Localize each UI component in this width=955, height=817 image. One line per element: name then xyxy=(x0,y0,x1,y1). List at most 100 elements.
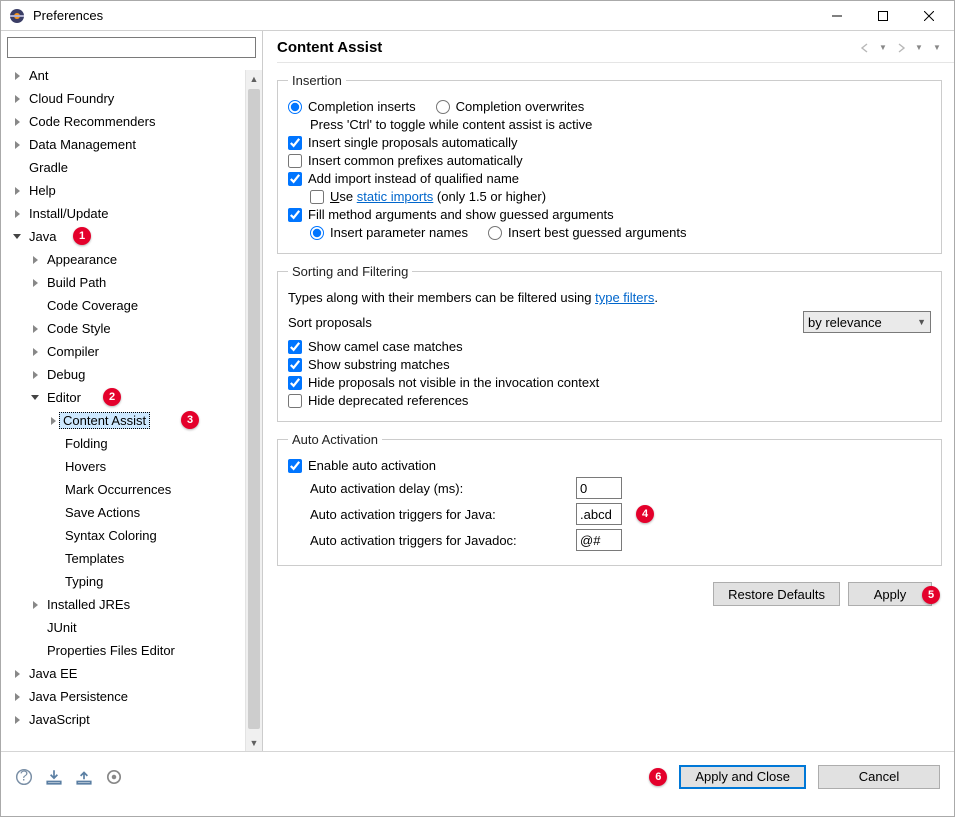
sort-proposals-combo[interactable]: by relevance▼ xyxy=(803,311,931,333)
chevron-right-icon[interactable] xyxy=(27,367,43,383)
tree-item[interactable]: Appearance xyxy=(3,248,262,271)
annotation-badge-2: 2 xyxy=(103,388,121,406)
window-titlebar: Preferences xyxy=(1,1,954,31)
insert-param-names-radio[interactable] xyxy=(310,226,324,240)
triggers-java-label: Auto activation triggers for Java: xyxy=(310,507,576,522)
fill-method-label: Fill method arguments and show guessed a… xyxy=(308,207,614,222)
apply-button[interactable]: Apply5 xyxy=(848,582,932,606)
chevron-right-icon[interactable] xyxy=(9,91,25,107)
fill-method-checkbox[interactable] xyxy=(288,208,302,222)
chevron-down-icon[interactable] xyxy=(27,390,43,406)
enable-auto-activation-checkbox[interactable] xyxy=(288,459,302,473)
tree-item[interactable]: Templates xyxy=(3,547,262,570)
tree-item[interactable]: Cloud Foundry xyxy=(3,87,262,110)
chevron-right-icon[interactable] xyxy=(9,666,25,682)
tree-item[interactable]: Java EE xyxy=(3,662,262,685)
chevron-right-icon[interactable] xyxy=(9,137,25,153)
tree-item[interactable]: Typing xyxy=(3,570,262,593)
use-static-imports-checkbox[interactable] xyxy=(310,190,324,204)
completion-overwrites-radio[interactable] xyxy=(436,100,450,114)
tree-item[interactable]: Data Management xyxy=(3,133,262,156)
chevron-right-icon[interactable] xyxy=(27,321,43,337)
tree-item[interactable]: Installed JREs xyxy=(3,593,262,616)
show-substring-checkbox[interactable] xyxy=(288,358,302,372)
apply-and-close-button[interactable]: Apply and Close xyxy=(679,765,806,789)
cancel-button[interactable]: Cancel xyxy=(818,765,940,789)
type-filters-link[interactable]: type filters xyxy=(595,290,654,305)
chevron-down-icon[interactable] xyxy=(9,229,25,245)
annotation-badge-1: 1 xyxy=(73,227,91,245)
chevron-right-icon[interactable] xyxy=(27,597,43,613)
tree-item[interactable]: Compiler xyxy=(3,340,262,363)
insert-single-checkbox[interactable] xyxy=(288,136,302,150)
nav-forward-icon[interactable] xyxy=(894,41,908,55)
tree-item-label: Install/Update xyxy=(27,206,111,221)
tree-item-label: Ant xyxy=(27,68,51,83)
nav-back-menu-icon[interactable]: ▼ xyxy=(876,41,890,55)
oomph-icon[interactable] xyxy=(105,768,123,786)
tree-scrollbar[interactable]: ▲ ▼ xyxy=(245,70,262,751)
tree-item[interactable]: JUnit xyxy=(3,616,262,639)
preferences-tree[interactable]: Ant Cloud FoundryCode RecommendersData Ma… xyxy=(1,64,262,731)
insert-common-checkbox[interactable] xyxy=(288,154,302,168)
auto-delay-input[interactable] xyxy=(576,477,622,499)
preferences-content-pane: Content Assist ▼ ▼ ▼ Insertion Completio… xyxy=(263,31,954,751)
tree-item[interactable]: Java Persistence xyxy=(3,685,262,708)
chevron-right-icon[interactable] xyxy=(9,68,25,84)
tree-item[interactable]: Debug xyxy=(3,363,262,386)
tree-item[interactable]: Java1 xyxy=(3,225,262,248)
help-icon[interactable]: ? xyxy=(15,768,33,786)
window-minimize-button[interactable] xyxy=(814,1,860,30)
tree-item[interactable]: Build Path xyxy=(3,271,262,294)
completion-inserts-label: Completion inserts xyxy=(308,99,416,114)
tree-item-label: Compiler xyxy=(45,344,101,359)
chevron-right-icon[interactable] xyxy=(9,712,25,728)
tree-item[interactable]: Syntax Coloring xyxy=(3,524,262,547)
tree-item-label: Save Actions xyxy=(63,505,142,520)
insert-best-guessed-radio[interactable] xyxy=(488,226,502,240)
window-maximize-button[interactable] xyxy=(860,1,906,30)
show-camel-checkbox[interactable] xyxy=(288,340,302,354)
tree-item[interactable]: JavaScript xyxy=(3,708,262,731)
import-icon[interactable] xyxy=(45,768,63,786)
chevron-right-icon[interactable] xyxy=(27,344,43,360)
tree-item[interactable]: Install/Update xyxy=(3,202,262,225)
tree-item-label: Java EE xyxy=(27,666,79,681)
annotation-badge-4: 4 xyxy=(636,505,654,523)
tree-item[interactable]: Code Recommenders xyxy=(3,110,262,133)
chevron-right-icon[interactable] xyxy=(27,275,43,291)
chevron-right-icon[interactable] xyxy=(9,689,25,705)
tree-item[interactable]: Properties Files Editor xyxy=(3,639,262,662)
chevron-right-icon[interactable] xyxy=(9,114,25,130)
tree-item[interactable]: Folding xyxy=(3,432,262,455)
triggers-javadoc-input[interactable] xyxy=(576,529,622,551)
chevron-right-icon[interactable] xyxy=(9,183,25,199)
nav-forward-menu-icon[interactable]: ▼ xyxy=(912,41,926,55)
tree-item[interactable]: Save Actions xyxy=(3,501,262,524)
page-menu-icon[interactable]: ▼ xyxy=(930,41,944,55)
filter-input[interactable] xyxy=(7,37,256,58)
triggers-javadoc-label: Auto activation triggers for Javadoc: xyxy=(310,533,576,548)
tree-item[interactable]: Ant xyxy=(3,64,262,87)
completion-inserts-radio[interactable] xyxy=(288,100,302,114)
triggers-java-input[interactable] xyxy=(576,503,622,525)
add-import-checkbox[interactable] xyxy=(288,172,302,186)
use-static-imports-label: Use static imports (only 1.5 or higher) xyxy=(330,189,546,204)
export-icon[interactable] xyxy=(75,768,93,786)
window-close-button[interactable] xyxy=(906,1,952,30)
tree-item[interactable]: Mark Occurrences xyxy=(3,478,262,501)
chevron-right-icon[interactable] xyxy=(9,206,25,222)
hide-proposals-checkbox[interactable] xyxy=(288,376,302,390)
tree-item[interactable]: Code Coverage xyxy=(3,294,262,317)
tree-item[interactable]: Gradle xyxy=(3,156,262,179)
restore-defaults-button[interactable]: Restore Defaults xyxy=(713,582,840,606)
static-imports-link[interactable]: static imports xyxy=(357,189,434,204)
tree-item[interactable]: Editor2 xyxy=(3,386,262,409)
hide-deprecated-checkbox[interactable] xyxy=(288,394,302,408)
tree-item[interactable]: Content Assist3 xyxy=(3,409,262,432)
tree-item[interactable]: Help xyxy=(3,179,262,202)
tree-item[interactable]: Code Style xyxy=(3,317,262,340)
tree-item[interactable]: Hovers xyxy=(3,455,262,478)
nav-back-icon[interactable] xyxy=(858,41,872,55)
chevron-right-icon[interactable] xyxy=(27,252,43,268)
